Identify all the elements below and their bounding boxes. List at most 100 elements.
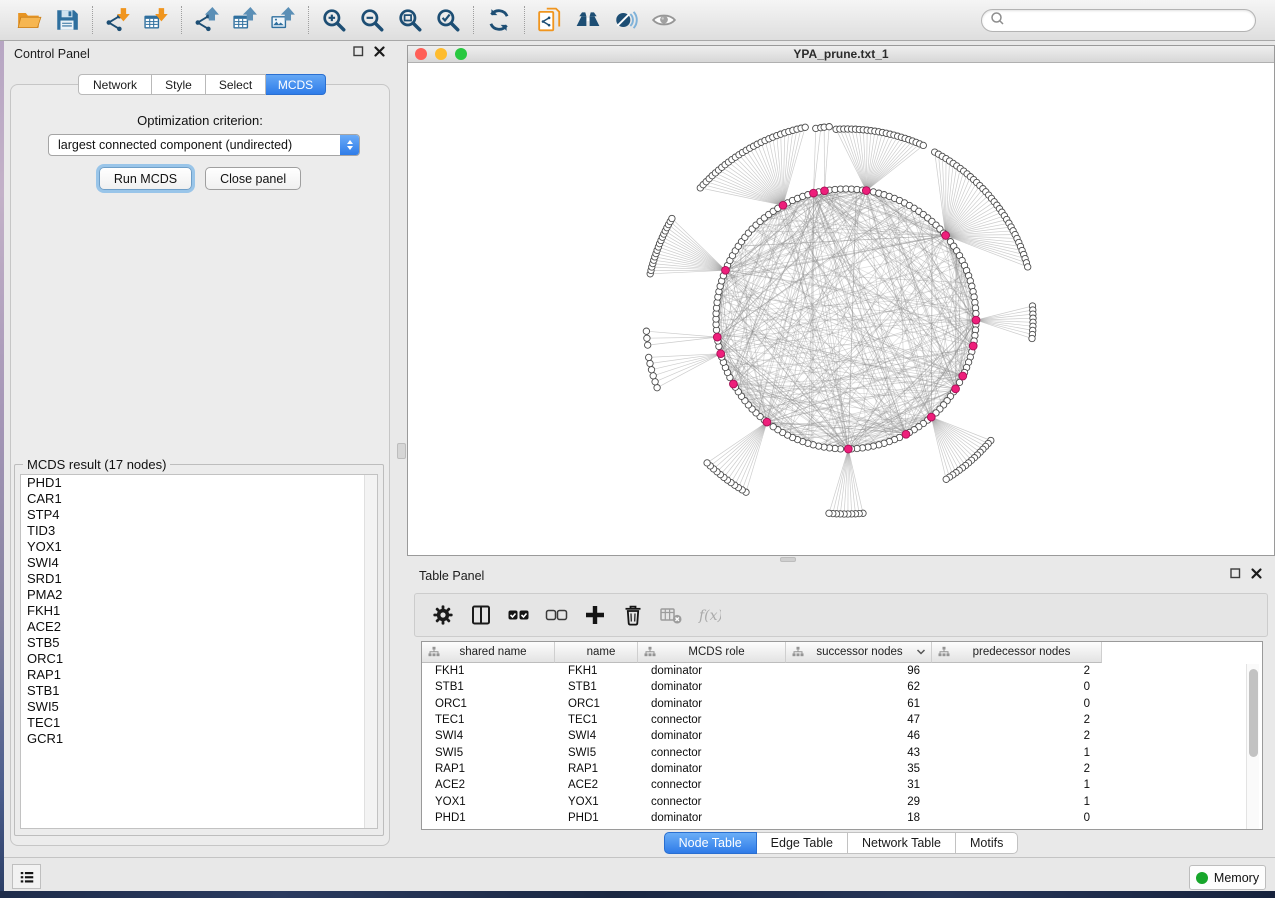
network-canvas[interactable] [408, 63, 1274, 555]
share-document-icon [537, 7, 563, 33]
export-network-button[interactable] [191, 5, 223, 35]
zoom-selected-button[interactable] [432, 5, 464, 35]
deselect-all-button[interactable] [542, 600, 572, 630]
mcds-result-list[interactable]: PHD1CAR1STP4TID3YOX1SWI4SRD1PMA2FKH1ACE2… [20, 474, 378, 829]
trash-icon [621, 603, 645, 627]
float-panel-button[interactable] [352, 45, 365, 63]
column-header-shared-name[interactable]: shared name [422, 642, 555, 663]
vertical-splitter[interactable] [396, 41, 407, 857]
deselect-all-icon [545, 603, 569, 627]
vertical-splitter-handle[interactable] [397, 443, 406, 459]
open-file-button[interactable] [13, 5, 45, 35]
search-box[interactable] [981, 9, 1256, 32]
tab-style[interactable]: Style [152, 74, 206, 95]
tab-mcds[interactable]: MCDS [266, 74, 326, 95]
mcds-result-item[interactable]: TEC1 [21, 715, 377, 731]
refresh-button[interactable] [483, 5, 515, 35]
mcds-result-item[interactable]: CAR1 [21, 491, 377, 507]
close-panel-button[interactable] [1250, 567, 1263, 585]
import-table-button[interactable] [140, 5, 172, 35]
vizmapper-button[interactable] [610, 5, 642, 35]
table-cell: SWI5 [422, 744, 555, 760]
close-panel-button[interactable] [373, 45, 386, 63]
import-table-icon [143, 7, 169, 33]
tab-network-table[interactable]: Network Table [848, 832, 956, 854]
mcds-result-item[interactable]: STP4 [21, 507, 377, 523]
tab-motifs[interactable]: Motifs [956, 832, 1018, 854]
column-header-successor-nodes[interactable]: successor nodes [786, 642, 932, 663]
memory-button[interactable]: Memory [1189, 865, 1266, 890]
table-row[interactable]: ORC1ORC1dominator610 [422, 696, 1262, 712]
table-cell: 61 [786, 696, 932, 712]
float-panel-button[interactable] [1229, 567, 1242, 585]
tab-edge-table[interactable]: Edge Table [757, 832, 848, 854]
table-cell: connector [638, 712, 786, 728]
memory-button-label: Memory [1214, 871, 1259, 885]
mcds-result-item[interactable]: FKH1 [21, 603, 377, 619]
table-row[interactable]: SWI4SWI4dominator462 [422, 728, 1262, 744]
search-icon [990, 11, 1004, 30]
mcds-result-item[interactable]: SRD1 [21, 571, 377, 587]
tab-node-table[interactable]: Node Table [664, 832, 757, 854]
search-input[interactable] [1009, 14, 1247, 28]
column-header-predecessor-nodes[interactable]: predecessor nodes [932, 642, 1102, 663]
table-cell: RAP1 [422, 761, 555, 777]
mcds-result-item[interactable]: PMA2 [21, 587, 377, 603]
mcds-result-item[interactable]: STB5 [21, 635, 377, 651]
mcds-result-item[interactable]: GCR1 [21, 731, 377, 747]
mcds-result-item[interactable]: TID3 [21, 523, 377, 539]
binoculars-button[interactable] [572, 5, 604, 35]
table-cell: STB1 [555, 679, 638, 695]
tab-select[interactable]: Select [206, 74, 266, 95]
share-document-button[interactable] [534, 5, 566, 35]
table-row[interactable]: PHD1PHD1dominator180 [422, 810, 1262, 826]
close-panel-button-mcds[interactable]: Close panel [205, 167, 301, 190]
table-row[interactable]: ACE2ACE2connector311 [422, 777, 1262, 793]
table-cell: ACE2 [422, 777, 555, 793]
table-settings-button[interactable] [428, 600, 458, 630]
table-cell: 0 [932, 810, 1102, 826]
split-panel-button[interactable] [466, 600, 496, 630]
tab-network[interactable]: Network [78, 74, 152, 95]
table-cell: STB1 [422, 679, 555, 695]
column-label: successor nodes [804, 646, 915, 658]
delete-column-button[interactable] [618, 600, 648, 630]
table-row[interactable]: RAP1RAP1dominator352 [422, 761, 1262, 777]
mcds-result-item[interactable]: YOX1 [21, 539, 377, 555]
table-scrollbar-thumb[interactable] [1249, 669, 1258, 757]
table-row[interactable]: SWI5SWI5connector431 [422, 744, 1262, 760]
mcds-result-item[interactable]: SWI5 [21, 699, 377, 715]
criterion-select[interactable]: largest connected component (undirected) [48, 134, 360, 156]
table-cell: TEC1 [555, 712, 638, 728]
export-image-button[interactable] [267, 5, 299, 35]
column-header-name[interactable]: name [555, 642, 638, 663]
export-table-button[interactable] [229, 5, 261, 35]
horizontal-splitter[interactable] [407, 556, 1275, 563]
add-column-button[interactable] [580, 600, 610, 630]
table-row[interactable]: TEC1TEC1connector472 [422, 712, 1262, 728]
zoom-fit-button[interactable] [394, 5, 426, 35]
import-network-button[interactable] [102, 5, 134, 35]
table-cell: dominator [638, 663, 786, 679]
table-row[interactable]: STB1STB1dominator620 [422, 679, 1262, 695]
mcds-result-item[interactable]: PHD1 [21, 475, 377, 491]
table-cell: 47 [786, 712, 932, 728]
panel-list-button[interactable] [12, 864, 41, 889]
mcds-result-item[interactable]: ACE2 [21, 619, 377, 635]
mcds-list-scrollbar[interactable] [364, 475, 377, 828]
select-all-button[interactable] [504, 600, 534, 630]
horizontal-splitter-handle[interactable] [780, 557, 796, 562]
mcds-result-item[interactable]: RAP1 [21, 667, 377, 683]
table-row[interactable]: YOX1YOX1connector291 [422, 793, 1262, 809]
run-mcds-button[interactable]: Run MCDS [99, 167, 192, 190]
mcds-result-item[interactable]: ORC1 [21, 651, 377, 667]
column-header-MCDS-role[interactable]: MCDS role [638, 642, 786, 663]
table-row[interactable]: FKH1FKH1dominator962 [422, 663, 1262, 679]
mcds-result-item[interactable]: SWI4 [21, 555, 377, 571]
zoom-in-button[interactable] [318, 5, 350, 35]
mcds-result-item[interactable]: STB1 [21, 683, 377, 699]
zoom-out-button[interactable] [356, 5, 388, 35]
save-session-button[interactable] [51, 5, 83, 35]
table-scrollbar[interactable] [1246, 664, 1259, 829]
zoom-in-icon [321, 7, 347, 33]
